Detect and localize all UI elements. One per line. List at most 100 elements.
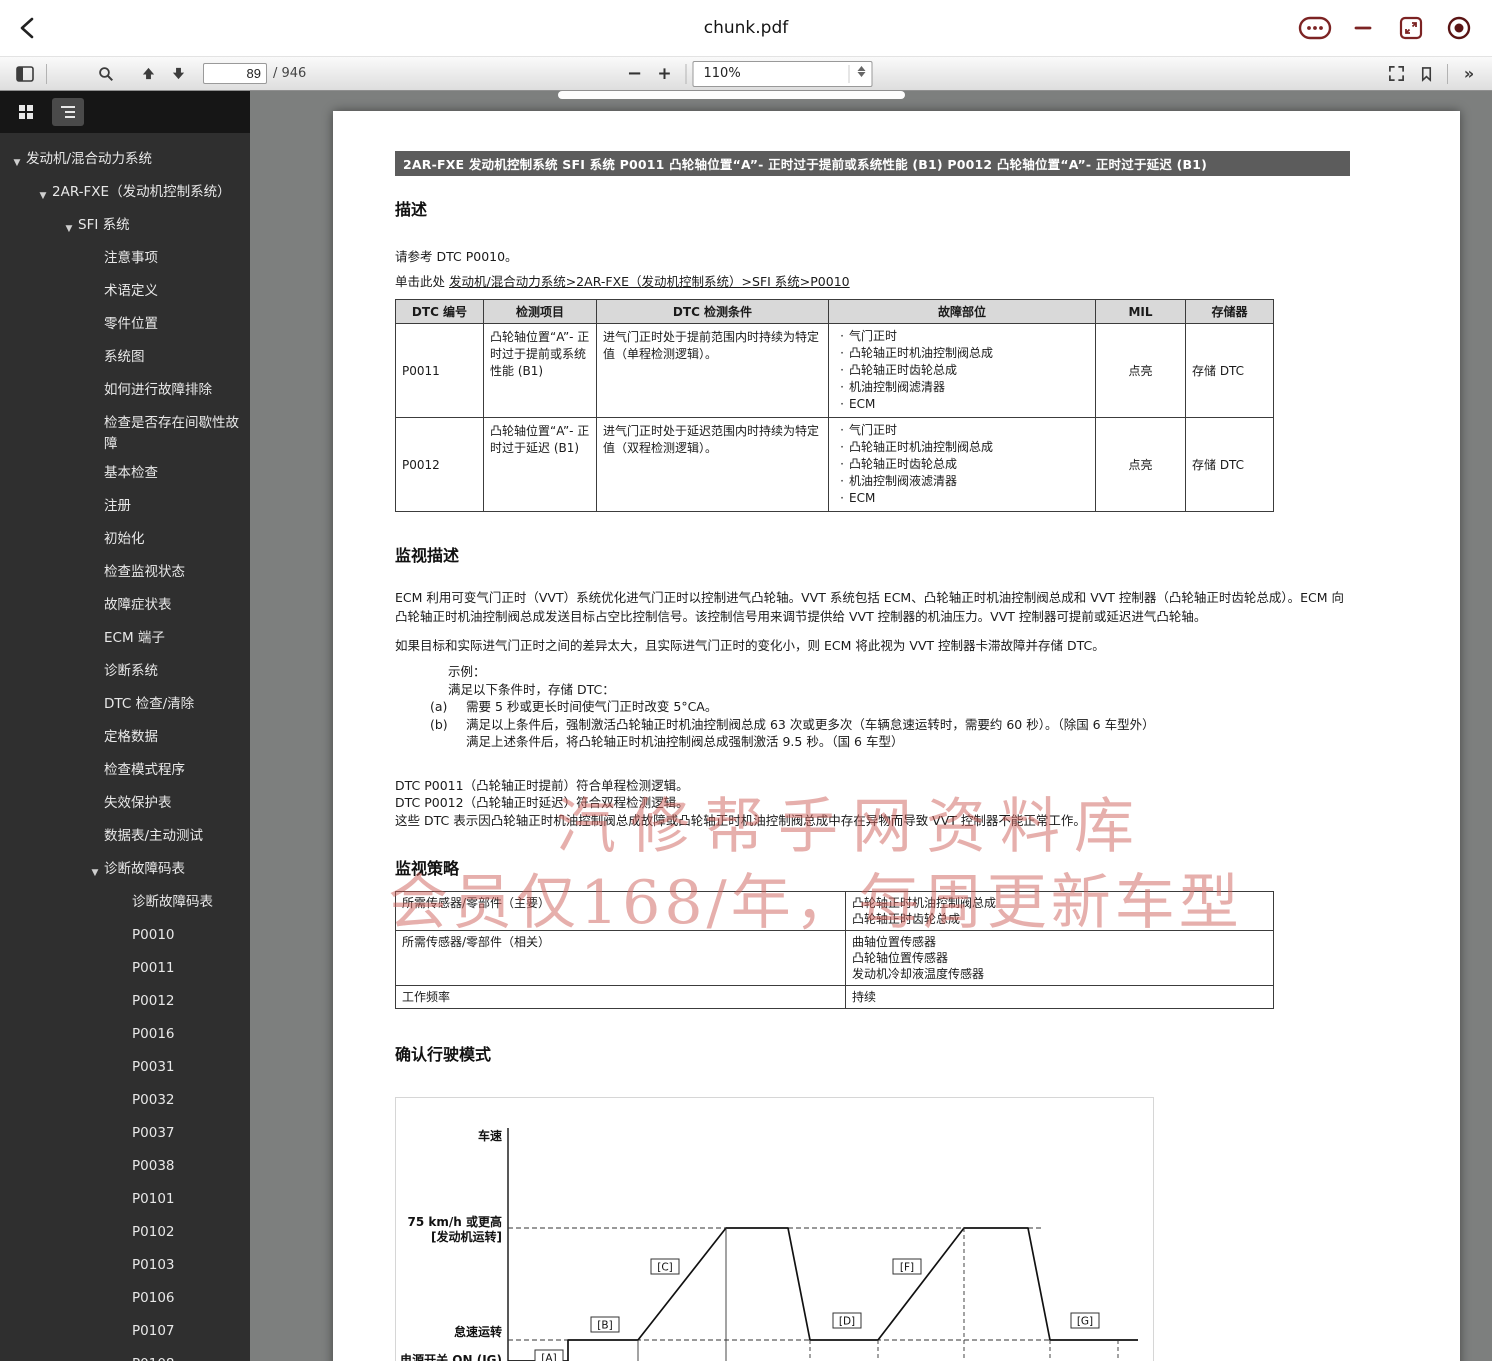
- outline-item[interactable]: ▼ 故障症状表: [0, 591, 250, 624]
- search-button[interactable]: [91, 61, 121, 87]
- outline-item[interactable]: ▼ 诊断故障码表: [0, 888, 250, 921]
- outline-item[interactable]: ▼ P0038: [0, 1152, 250, 1185]
- zoom-in-button[interactable]: +: [650, 61, 680, 87]
- bookmark-button[interactable]: [1411, 61, 1441, 87]
- outline-item[interactable]: ▼ P0102: [0, 1218, 250, 1251]
- zoom-select-caret-icon: [858, 66, 866, 77]
- col-header: MIL: [1096, 300, 1186, 324]
- outline-item[interactable]: ▼ 检查是否存在间歇性故障: [0, 409, 250, 459]
- more-tools-button[interactable]: »: [1454, 61, 1484, 87]
- fullscreen-toggle-icon[interactable]: [1394, 13, 1428, 43]
- previous-page-button[interactable]: [133, 61, 163, 87]
- dtc-fault-list: ·气门正时 ·凸轮轴正时机油控制阀总成 ·凸轮轴正时齿轮总成 ·机油控制阀滤清器…: [829, 324, 1096, 418]
- drive-pattern-diagram: 车速 75 km/h 或更高 [发动机运转] 怠速运转 电源开关 ON (IG): [395, 1097, 1154, 1361]
- strategy-label: 所需传感器/零部件（相关）: [396, 931, 846, 986]
- dtc-table-header-row: DTC 编号 检测项目 DTC 检测条件 故障部位 MIL 存储器: [396, 300, 1274, 324]
- sidebar-toggle-button[interactable]: [10, 61, 40, 87]
- section-title-drive-pattern: 确认行驶模式: [395, 1041, 1350, 1065]
- strategy-values: 持续: [846, 986, 1274, 1009]
- strategy-table: 所需传感器/零部件（主要） 凸轮轴正时机油控制阀总成 凸轮轴正时齿轮总成 所需传…: [395, 891, 1274, 1009]
- outline-item[interactable]: ▼ P0101: [0, 1185, 250, 1218]
- outline-item[interactable]: ▼ P0037: [0, 1119, 250, 1152]
- caret-down-icon[interactable]: ▼: [8, 149, 26, 174]
- table-row: 工作频率 持续: [396, 986, 1274, 1009]
- reference-text: 请参考 DTC P0010。: [395, 246, 1350, 265]
- dtc-memory: 存储 DTC: [1186, 418, 1274, 512]
- dtc-reference-link[interactable]: 发动机/混合动力系统>2AR-FXE（发动机控制系统）>SFI 系统>P0010: [449, 274, 850, 289]
- outline-item[interactable]: ▼ 初始化: [0, 525, 250, 558]
- pdf-toolbar: / 946 − + 110% »: [0, 57, 1492, 91]
- outline-item[interactable]: ▼ 数据表/主动测试: [0, 822, 250, 855]
- outline-item[interactable]: ▼ 诊断故障码表: [0, 855, 250, 888]
- outline-item[interactable]: ▼ P0108: [0, 1350, 250, 1361]
- next-page-button[interactable]: [163, 61, 193, 87]
- outline-item[interactable]: ▼ P0012: [0, 987, 250, 1020]
- zoom-out-button[interactable]: −: [620, 61, 650, 87]
- click-here-label: 单击此处: [395, 274, 445, 289]
- logic-note: 这些 DTC 表示因凸轮轴正时机油控制阀总成故障或凸轮轴正时机油控制阀总成中存在…: [395, 812, 1350, 830]
- dtc-mil: 点亮: [1096, 418, 1186, 512]
- outline-item[interactable]: ▼ P0016: [0, 1020, 250, 1053]
- outline-item[interactable]: ▼ 失效保护表: [0, 789, 250, 822]
- outline-item[interactable]: ▼ 诊断系统: [0, 657, 250, 690]
- strategy-label: 工作频率: [396, 986, 846, 1009]
- outline-view-button[interactable]: [52, 98, 84, 126]
- outline-item[interactable]: ▼ 检查监视状态: [0, 558, 250, 591]
- document-title: chunk.pdf: [0, 18, 1492, 38]
- strategy-label: 所需传感器/零部件（主要）: [396, 892, 846, 931]
- thumbnails-view-button[interactable]: [10, 98, 42, 126]
- outline-item[interactable]: ▼ DTC 检查/清除: [0, 690, 250, 723]
- outline-item[interactable]: ▼ P0010: [0, 921, 250, 954]
- horizontal-scrollbar-thumb[interactable]: [558, 91, 905, 99]
- record-icon[interactable]: [1442, 13, 1476, 43]
- pdf-page: 汽修帮手网资料库 会员仅168/年，每周更新车型 2AR-FXE 发动机控制系统…: [333, 111, 1460, 1361]
- dtc-item: 凸轮轴位置“A”- 正时过于延迟 (B1): [484, 418, 597, 512]
- caret-down-icon[interactable]: ▼: [60, 215, 78, 240]
- doc-section-header: 2AR-FXE 发动机控制系统 SFI 系统 P0011 凸轮轴位置“A”- 正…: [395, 151, 1350, 176]
- outline-item[interactable]: ▼ 零件位置: [0, 310, 250, 343]
- logic-note: DTC P0011（凸轮轴正时提前）符合单程检测逻辑。: [395, 777, 1350, 795]
- dtc-condition: 进气门正时处于延迟范围内时持续为特定值（双程检测逻辑）。: [597, 418, 829, 512]
- dtc-item: 凸轮轴位置“A”- 正时过于提前或系统性能 (B1): [484, 324, 597, 418]
- outline-item[interactable]: ▼ P0011: [0, 954, 250, 987]
- outline-item[interactable]: ▼ P0031: [0, 1053, 250, 1086]
- toolbar-right-group: »: [1381, 61, 1492, 87]
- sidebar-view-switcher: [0, 91, 250, 133]
- logic-note: DTC P0012（凸轮轴正时延迟）符合双程检测逻辑。: [395, 794, 1350, 812]
- minimize-icon[interactable]: [1346, 13, 1380, 43]
- example-item-b2: 满足上述条件后，将凸轮轴正时机油控制阀总成强制激活 9.5 秒。（国 6 车型）: [466, 733, 1350, 751]
- outline-item[interactable]: ▼ P0106: [0, 1284, 250, 1317]
- outline-item[interactable]: ▼ P0103: [0, 1251, 250, 1284]
- dtc-table: DTC 编号 检测项目 DTC 检测条件 故障部位 MIL 存储器 P0011 …: [395, 299, 1274, 512]
- page-total-label: / 946: [273, 66, 306, 81]
- outline-item[interactable]: ▼ P0032: [0, 1086, 250, 1119]
- page-number-input[interactable]: [203, 63, 267, 84]
- toolbar-separator: [686, 64, 687, 84]
- outline-item[interactable]: ▼ 系统图: [0, 343, 250, 376]
- presentation-mode-button[interactable]: [1381, 61, 1411, 87]
- caret-down-icon[interactable]: ▼: [34, 182, 52, 207]
- outline-item[interactable]: ▼ 发动机/混合动力系统: [0, 145, 250, 178]
- outline-item[interactable]: ▼ SFI 系统: [0, 211, 250, 244]
- more-options-icon[interactable]: [1298, 13, 1332, 43]
- outline-item[interactable]: ▼ 定格数据: [0, 723, 250, 756]
- caret-down-icon[interactable]: ▼: [86, 859, 104, 884]
- outline-item[interactable]: ▼ 如何进行故障排除: [0, 376, 250, 409]
- outline-item[interactable]: ▼ 术语定义: [0, 277, 250, 310]
- section-title-strategy: 监视策略: [395, 855, 1350, 879]
- col-header: 存储器: [1186, 300, 1274, 324]
- outline-item[interactable]: ▼ 检查模式程序: [0, 756, 250, 789]
- col-header: 故障部位: [829, 300, 1096, 324]
- outline-item[interactable]: ▼ 2AR-FXE（发动机控制系统）: [0, 178, 250, 211]
- zoom-level-select[interactable]: 110%: [693, 61, 873, 87]
- diagram-marker-g: [G]: [1077, 1316, 1093, 1328]
- dtc-memory: 存储 DTC: [1186, 324, 1274, 418]
- outline-item[interactable]: ▼ 基本检查: [0, 459, 250, 492]
- diagram-label-speed75-2: [发动机运转]: [431, 1229, 502, 1244]
- outline-item[interactable]: ▼ ECM 端子: [0, 624, 250, 657]
- diagram-marker-f: [F]: [900, 1262, 914, 1274]
- outline-item[interactable]: ▼ P0107: [0, 1317, 250, 1350]
- example-item-b: (b) 满足以上条件后，强制激活凸轮轴正时机油控制阀总成 63 次或更多次（车辆…: [430, 716, 1350, 734]
- outline-item[interactable]: ▼ 注册: [0, 492, 250, 525]
- outline-item[interactable]: ▼ 注意事项: [0, 244, 250, 277]
